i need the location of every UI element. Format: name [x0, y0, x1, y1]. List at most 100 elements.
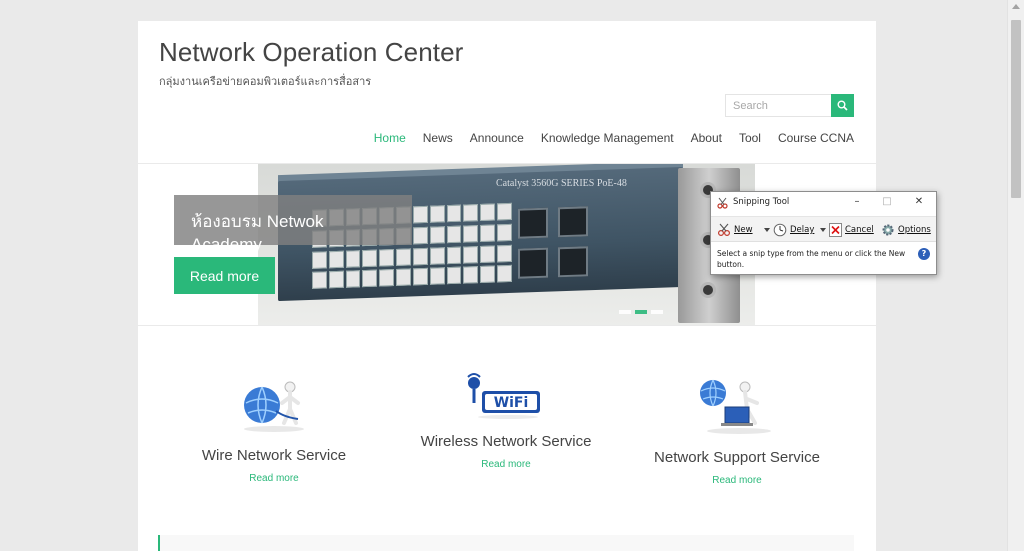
- ethernet-port: [379, 269, 395, 287]
- sfp-port: [518, 247, 548, 279]
- help-icon[interactable]: ?: [918, 248, 930, 260]
- nav-course-ccna[interactable]: Course CCNA: [778, 131, 854, 145]
- search-icon: [837, 100, 848, 111]
- close-icon[interactable]: ✕: [911, 195, 927, 209]
- service-title[interactable]: Wire Network Service: [194, 447, 354, 464]
- ethernet-port: [328, 250, 344, 268]
- ethernet-port: [480, 265, 496, 284]
- ethernet-port: [429, 205, 445, 223]
- ethernet-port: [312, 250, 327, 269]
- ethernet-port: [463, 204, 479, 222]
- service-read-more-link[interactable]: Read more: [647, 475, 827, 486]
- search-button[interactable]: [831, 94, 854, 117]
- ethernet-port: [412, 226, 428, 245]
- sfp-port: [518, 207, 548, 239]
- ethernet-port: [379, 248, 395, 267]
- new-snip-dropdown[interactable]: [761, 222, 770, 238]
- sfp-port: [558, 206, 588, 238]
- main-nav: Home News Announce Knowledge Management …: [374, 131, 854, 145]
- nav-news[interactable]: News: [423, 131, 453, 145]
- new-snip-icon: [717, 223, 731, 237]
- nav-announce[interactable]: Announce: [470, 131, 524, 145]
- wire-network-icon: [244, 381, 304, 432]
- new-label: New: [734, 225, 753, 235]
- ethernet-port: [480, 244, 496, 263]
- ethernet-port: [396, 247, 411, 266]
- wifi-icon: WiFi: [467, 373, 540, 419]
- snipping-tool-titlebar[interactable]: Snipping Tool – □ ✕: [711, 192, 936, 214]
- slider-pagination: [619, 310, 663, 314]
- ethernet-port: [446, 266, 462, 285]
- clock-icon: [773, 223, 787, 237]
- cancel-button[interactable]: Cancel: [829, 222, 874, 238]
- ethernet-port: [429, 267, 445, 286]
- slider-dot-1[interactable]: [619, 310, 631, 314]
- svg-text:WiFi: WiFi: [494, 395, 529, 411]
- ethernet-port: [446, 204, 462, 223]
- options-button[interactable]: Options: [881, 222, 931, 238]
- ethernet-port: [312, 271, 327, 290]
- service-read-more-link[interactable]: Read more: [416, 459, 596, 470]
- slider-dot-3[interactable]: [651, 310, 663, 314]
- ethernet-port: [497, 265, 512, 283]
- ethernet-port: [328, 271, 344, 289]
- sfp-ports: [518, 206, 588, 279]
- nav-tool[interactable]: Tool: [739, 131, 761, 145]
- ethernet-port: [345, 249, 361, 268]
- ethernet-port: [412, 268, 428, 286]
- nav-about[interactable]: About: [691, 131, 722, 145]
- ethernet-port: [446, 246, 462, 264]
- nav-home[interactable]: Home: [374, 131, 406, 145]
- sfp-port: [558, 246, 588, 278]
- scissors-icon: [717, 197, 728, 209]
- ethernet-port: [345, 270, 361, 288]
- ethernet-port: [497, 244, 512, 262]
- ethernet-port: [463, 224, 479, 243]
- ethernet-port: [362, 249, 378, 267]
- chevron-down-icon: [820, 228, 827, 232]
- snipping-tool-window[interactable]: Snipping Tool – □ ✕ New Delay Cancel Opt…: [710, 191, 937, 275]
- snipping-tool-toolbar: New Delay Cancel Options: [711, 216, 936, 242]
- bracket-hole: [700, 282, 716, 298]
- ethernet-port: [429, 246, 445, 265]
- search-input[interactable]: [725, 94, 832, 117]
- ethernet-port: [463, 245, 479, 264]
- ethernet-port: [497, 223, 512, 242]
- ethernet-port: [497, 202, 512, 221]
- service-support: Network Support Service Read more: [647, 373, 827, 486]
- nav-knowledge-management[interactable]: Knowledge Management: [541, 131, 674, 145]
- maximize-icon[interactable]: □: [879, 195, 895, 209]
- service-title[interactable]: Wireless Network Service: [416, 433, 596, 450]
- ethernet-port: [429, 226, 445, 244]
- service-read-more-link[interactable]: Read more: [194, 473, 354, 484]
- network-support-icon: [700, 379, 771, 434]
- snipping-tool-title: Snipping Tool: [733, 197, 790, 207]
- ethernet-port: [362, 269, 378, 288]
- ethernet-port: [412, 205, 428, 224]
- scroll-up-arrow[interactable]: [1012, 4, 1020, 9]
- slide-read-more-button[interactable]: Read more: [174, 257, 275, 294]
- ethernet-port: [412, 247, 428, 265]
- ethernet-port: [480, 203, 496, 222]
- service-title[interactable]: Network Support Service: [647, 449, 827, 466]
- ethernet-port: [463, 266, 479, 284]
- slide-caption: ห้องอบรม Netwok Academy: [174, 195, 412, 254]
- new-snip-button[interactable]: New: [717, 222, 753, 238]
- delay-button[interactable]: Delay: [773, 222, 827, 238]
- gear-icon: [882, 224, 894, 236]
- site-description: กลุ่มงานเครือข่ายคอมพิวเตอร์และการสื่อสา…: [159, 76, 372, 88]
- service-wire: Wire Network Service Read more: [194, 373, 354, 484]
- cancel-icon: [829, 223, 842, 237]
- slider-dot-2[interactable]: [635, 310, 647, 314]
- scroll-thumb[interactable]: [1011, 20, 1021, 198]
- snipping-tool-message: Select a snip type from the menu or clic…: [717, 249, 906, 269]
- slider-divider: [138, 325, 876, 326]
- page-scrollbar[interactable]: [1007, 0, 1024, 551]
- site-title[interactable]: Network Operation Center: [159, 37, 463, 68]
- cancel-label: Cancel: [845, 225, 874, 235]
- delay-label: Delay: [790, 225, 815, 235]
- ethernet-port: [480, 224, 496, 242]
- service-wireless: WiFi Wireless Network Service Read more: [416, 373, 596, 470]
- minimize-icon[interactable]: –: [849, 195, 865, 209]
- chevron-down-icon: [764, 228, 770, 232]
